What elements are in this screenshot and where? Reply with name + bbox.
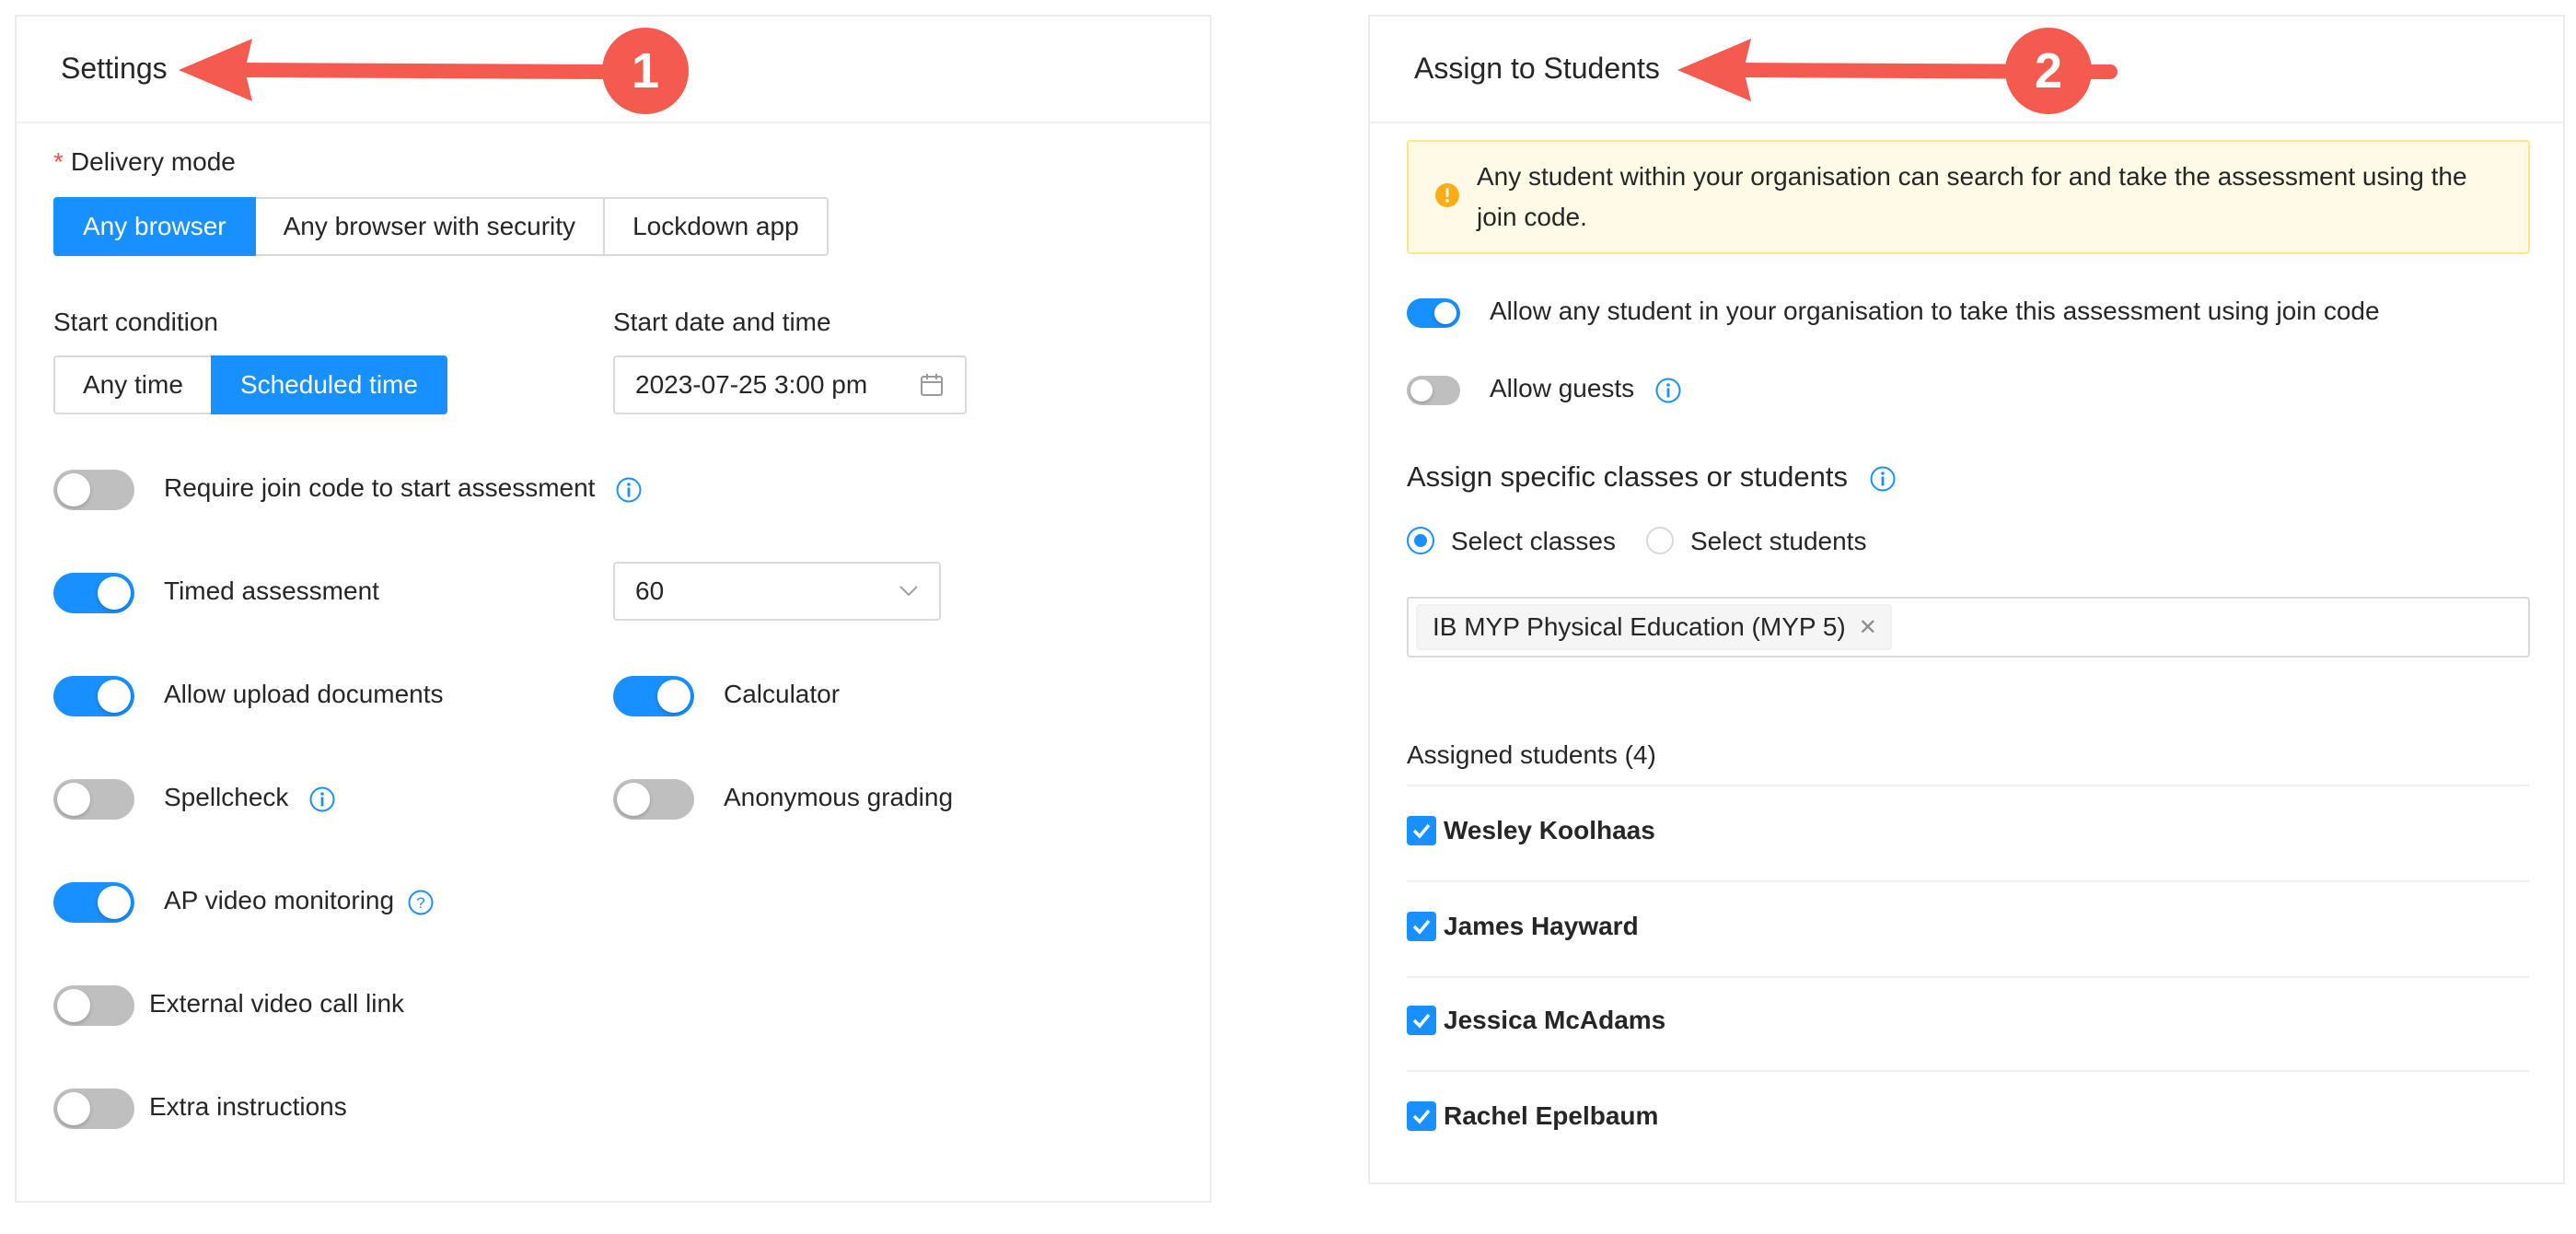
calendar-icon	[919, 372, 945, 398]
info-icon[interactable]	[308, 786, 336, 813]
callout-badge-1: 1	[602, 28, 689, 114]
radio-select-classes[interactable]	[1407, 527, 1434, 554]
assign-title: Assign to Students	[1414, 52, 1660, 85]
check-icon	[1412, 919, 1431, 935]
info-icon[interactable]	[1869, 465, 1897, 493]
extra-instructions-label: Extra instructions	[149, 1092, 347, 1121]
divider	[1407, 976, 2530, 978]
student-name: Wesley Koolhaas	[1444, 816, 1655, 844]
radio-select-students-label[interactable]: Select students	[1690, 527, 1866, 556]
close-icon[interactable]: ✕	[1859, 614, 1877, 641]
spellcheck-row: Spellcheck	[164, 783, 336, 813]
calculator-label: Calculator	[724, 680, 841, 708]
info-icon[interactable]	[615, 476, 643, 504]
timed-assessment-label: Timed assessment	[164, 576, 379, 605]
info-icon[interactable]	[1654, 377, 1682, 404]
delivery-option-secure-browser[interactable]: Any browser with security	[253, 197, 606, 256]
time-limit-value: 60	[635, 576, 665, 605]
require-join-code-row: Require join code to start assessment	[164, 473, 643, 504]
help-icon[interactable]: ?	[407, 889, 435, 916]
start-option-any-time[interactable]: Any time	[53, 355, 213, 414]
svg-text:?: ?	[416, 894, 424, 912]
start-condition-label: Start condition	[53, 308, 218, 336]
student-name: Rachel Epelbaum	[1444, 1101, 1659, 1130]
anonymous-grading-label: Anonymous grading	[724, 783, 954, 811]
require-join-code-switch[interactable]	[53, 470, 134, 510]
delivery-option-lockdown-app[interactable]: Lockdown app	[603, 197, 829, 256]
ap-video-monitoring-row: AP video monitoring ?	[164, 886, 435, 916]
external-video-call-label: External video call link	[149, 989, 405, 1018]
assign-specific-row: Assign specific classes or students	[1407, 460, 1897, 494]
settings-panel: Settings 1 * Delivery mode Any browser An…	[15, 15, 1212, 1203]
delivery-mode-segmented: Any browser Any browser with security Lo…	[53, 197, 829, 256]
class-tag: IB MYP Physical Education (MYP 5) ✕	[1416, 604, 1892, 650]
student-checkbox[interactable]	[1407, 1006, 1436, 1035]
allow-guests-switch[interactable]	[1407, 376, 1460, 405]
class-tag-label: IB MYP Physical Education (MYP 5)	[1433, 612, 1846, 641]
timed-assessment-switch[interactable]	[53, 573, 134, 613]
radio-select-students[interactable]	[1646, 527, 1674, 554]
warning-icon	[1434, 182, 1460, 213]
callout-arrow	[179, 39, 619, 101]
divider	[1407, 1070, 2530, 1072]
require-join-code-label: Require join code to start assessment	[164, 473, 596, 502]
start-datetime-label: Start date and time	[613, 308, 831, 336]
anonymous-grading-switch[interactable]	[613, 779, 694, 820]
settings-title: Settings	[61, 52, 168, 85]
divider	[1407, 880, 2530, 882]
info-alert: Any student within your organisation can…	[1407, 140, 2530, 254]
check-icon	[1412, 1013, 1431, 1029]
assign-panel: Assign to Students 2 Any student within …	[1368, 15, 2565, 1184]
allow-upload-label: Allow upload documents	[164, 680, 444, 708]
spellcheck-switch[interactable]	[53, 779, 134, 820]
radio-select-classes-label[interactable]: Select classes	[1451, 527, 1616, 556]
allow-upload-switch[interactable]	[53, 676, 134, 716]
assign-specific-heading: Assign specific classes or students	[1407, 460, 1848, 493]
allow-join-code-label: Allow any student in your organisation t…	[1490, 297, 2380, 325]
student-checkbox[interactable]	[1407, 912, 1436, 941]
spellcheck-label: Spellcheck	[164, 783, 289, 811]
start-datetime-value: 2023-07-25 3:00 pm	[635, 370, 868, 399]
required-mark: *	[53, 147, 64, 176]
assigned-students-heading: Assigned students (4)	[1407, 740, 1656, 769]
delivery-option-any-browser[interactable]: Any browser	[53, 197, 256, 256]
time-limit-select[interactable]: 60	[613, 562, 941, 621]
student-checkbox[interactable]	[1407, 816, 1436, 845]
chevron-down-icon	[899, 585, 919, 598]
start-datetime-picker[interactable]: 2023-07-25 3:00 pm	[613, 355, 967, 414]
assign-header: Assign to Students 2	[1370, 17, 2563, 123]
class-select[interactable]: IB MYP Physical Education (MYP 5) ✕	[1407, 597, 2530, 658]
ap-video-monitoring-switch[interactable]	[53, 882, 134, 923]
callout-badge-2: 2	[2005, 28, 2092, 114]
allow-join-code-switch[interactable]	[1407, 298, 1460, 328]
student-name: Jessica McAdams	[1444, 1006, 1666, 1034]
check-icon	[1412, 823, 1431, 839]
settings-header: Settings 1	[17, 17, 1210, 123]
calculator-switch[interactable]	[613, 676, 694, 716]
divider	[1407, 785, 2530, 786]
student-checkbox[interactable]	[1407, 1101, 1436, 1131]
ap-video-monitoring-label: AP video monitoring	[164, 886, 395, 914]
start-option-scheduled[interactable]: Scheduled time	[210, 355, 447, 414]
allow-guests-row: Allow guests	[1490, 374, 1682, 404]
check-icon	[1412, 1109, 1431, 1124]
alert-text: Any student within your organisation can…	[1477, 162, 2467, 231]
allow-guests-label: Allow guests	[1490, 374, 1635, 402]
extra-instructions-switch[interactable]	[53, 1088, 134, 1129]
delivery-mode-label: * Delivery mode	[53, 147, 236, 176]
external-video-call-switch[interactable]	[53, 985, 134, 1026]
student-name: James Hayward	[1444, 912, 1639, 940]
start-condition-segmented: Any time Scheduled time	[53, 355, 447, 414]
